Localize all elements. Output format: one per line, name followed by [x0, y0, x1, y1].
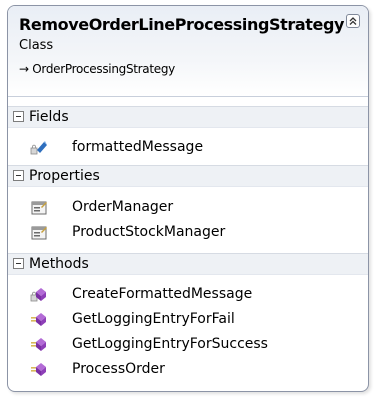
public-method-icon [31, 313, 46, 326]
property-label: OrderManager [72, 199, 174, 215]
protected-method-icon [30, 288, 46, 302]
class-kind: Class [19, 38, 54, 53]
collapse-button[interactable] [346, 14, 360, 28]
properties-section-title: Properties [29, 168, 100, 184]
class-name[interactable]: RemoveOrderLineProcessingStrategy [19, 15, 344, 34]
base-class: → OrderProcessingStrategy [19, 62, 175, 76]
property-icon [31, 201, 47, 215]
double-chevron-up-icon [349, 17, 357, 25]
public-method-icon [31, 338, 46, 351]
method-label: GetLoggingEntryForFail [72, 311, 235, 327]
method-label: CreateFormattedMessage [72, 286, 253, 302]
field-label: formattedMessage [72, 139, 204, 155]
public-method-icon [31, 363, 46, 376]
method-label: ProcessOrder [72, 361, 165, 377]
class-header: RemoveOrderLineProcessingStrategy Class … [8, 6, 368, 97]
fields-section-header[interactable]: Fields [8, 106, 368, 128]
properties-section-header[interactable]: Properties [8, 165, 368, 187]
method-label: GetLoggingEntryForSuccess [72, 336, 268, 352]
property-icon [31, 226, 47, 240]
property-label: ProductStockManager [72, 224, 226, 240]
protected-field-icon [30, 141, 47, 155]
fields-section-title: Fields [29, 109, 69, 125]
methods-section-header[interactable]: Methods [8, 253, 368, 275]
collapse-toggle-icon[interactable] [13, 111, 24, 122]
collapse-toggle-icon[interactable] [13, 258, 24, 269]
methods-section-title: Methods [29, 256, 89, 272]
collapse-toggle-icon[interactable] [13, 170, 24, 181]
class-shape[interactable]: RemoveOrderLineProcessingStrategy Class … [7, 5, 369, 392]
